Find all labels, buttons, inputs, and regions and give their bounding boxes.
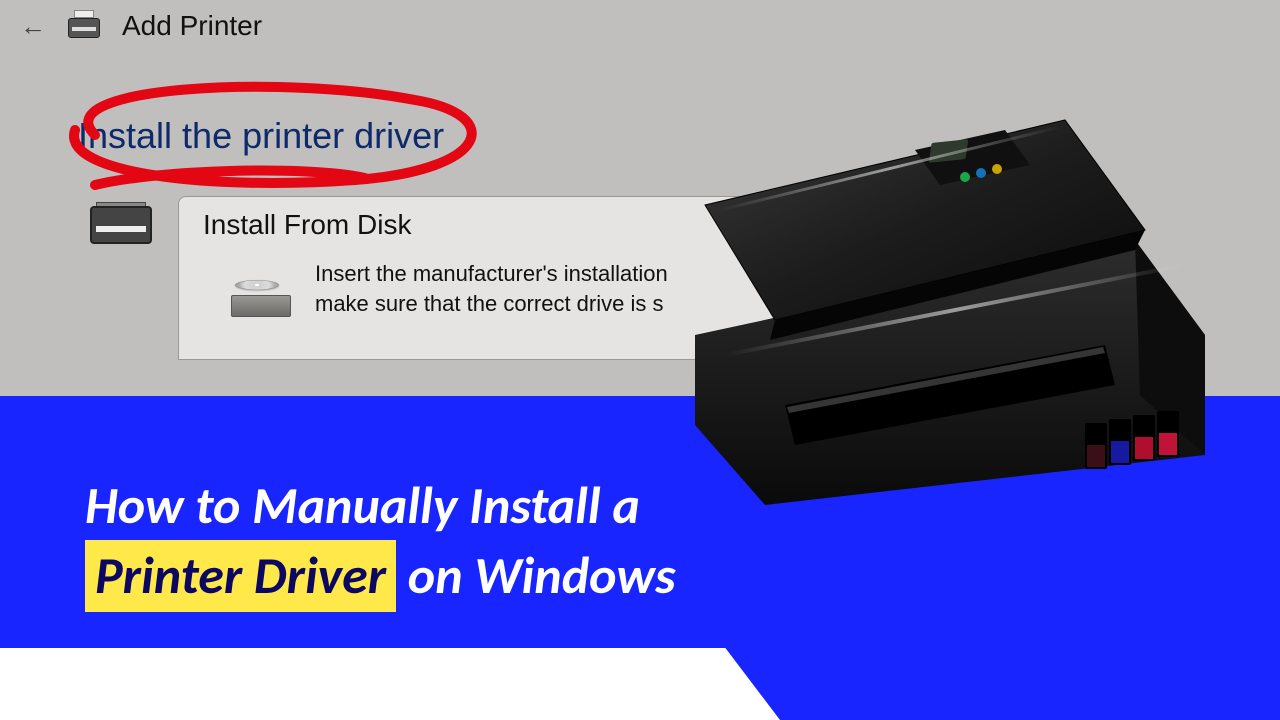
white-corner-block bbox=[0, 648, 780, 720]
printer-icon bbox=[64, 10, 104, 42]
dialog-instruction-text: Insert the manufacturer's installation m… bbox=[315, 259, 668, 318]
printer-photo bbox=[665, 85, 1225, 515]
thumbnail-stage: ← Add Printer Install the printer driver… bbox=[0, 0, 1280, 720]
disc-drive-icon bbox=[229, 259, 293, 319]
title-highlight: Printer Driver bbox=[85, 540, 396, 612]
printer-device-icon bbox=[86, 200, 156, 248]
title-line1: How to Manually Install a bbox=[85, 473, 640, 537]
back-arrow-icon[interactable]: ← bbox=[20, 13, 46, 39]
thumbnail-title: How to Manually Install a Printer Driver… bbox=[85, 470, 676, 612]
dialog-title: Add Printer bbox=[122, 10, 262, 42]
title-line2-tail: on Windows bbox=[408, 543, 676, 607]
dialog-header: ← Add Printer bbox=[0, 0, 1280, 52]
install-driver-heading: Install the printer driver bbox=[78, 115, 444, 157]
